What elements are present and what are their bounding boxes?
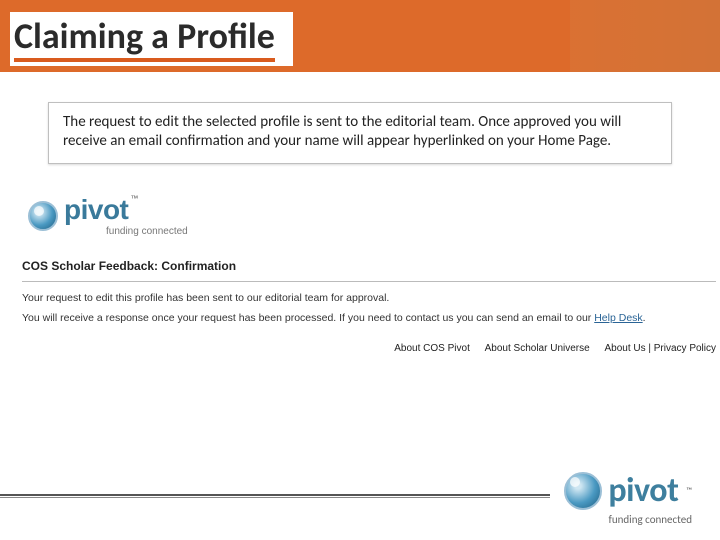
explain-text: The request to edit the selected profile… (63, 113, 657, 151)
footer-link-cos[interactable]: About COS Pivot (394, 343, 470, 354)
screenshot-region: pivot™ funding connected COS Scholar Fee… (22, 194, 716, 354)
feedback-line2-prefix: You will receive a response once your re… (22, 312, 594, 324)
help-desk-link[interactable]: Help Desk (594, 312, 642, 324)
pivot-tagline: funding connected (106, 226, 188, 237)
pivot-logo-small: pivot™ funding connected (28, 194, 716, 237)
explain-box: The request to edit the selected profile… (48, 102, 672, 164)
feedback-line2-suffix: . (643, 312, 646, 324)
banner-decor (570, 0, 720, 72)
pivot-tagline: funding connected (558, 513, 692, 526)
title-plate: Claiming a Profile (10, 12, 293, 66)
title-underline (14, 58, 275, 62)
footer-link-about[interactable]: About Us | Privacy Policy (604, 343, 716, 354)
feedback-line2: You will receive a response once your re… (22, 312, 716, 326)
feedback-heading: COS Scholar Feedback: Confirmation (22, 259, 716, 273)
pivot-wordmark: pivot (64, 194, 128, 225)
page-title: Claiming a Profile (14, 18, 275, 56)
bottom-rule (0, 494, 550, 498)
pivot-wordmark: pivot (608, 470, 678, 511)
trademark-icon: ™ (130, 194, 138, 203)
footer-link-scholar[interactable]: About Scholar Universe (485, 343, 590, 354)
divider (22, 281, 716, 282)
screenshot-footer: About COS Pivot About Scholar Universe A… (22, 343, 716, 354)
pivot-logo-large: pivot ™ funding connected (558, 470, 692, 526)
feedback-line1: Your request to edit this profile has be… (22, 292, 716, 306)
pivot-circle-icon (28, 201, 58, 231)
trademark-icon: ™ (686, 486, 692, 496)
pivot-circle-icon (564, 472, 602, 510)
